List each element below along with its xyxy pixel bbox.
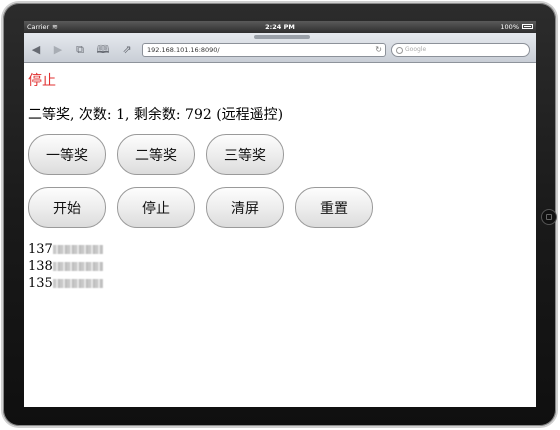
redacted-number: [52, 262, 103, 271]
battery-percent: 100%: [500, 23, 519, 31]
home-button[interactable]: [541, 209, 557, 225]
address-bar[interactable]: 192.168.101.16:8090/ ↻: [142, 43, 386, 57]
screen: Carrier ≋ 2:24 PM 100% ◀ ▶ ⧉ 🕮 ⇗ 192.168…: [24, 21, 536, 407]
list-item: 138: [28, 258, 103, 275]
browser-toolbar: ◀ ▶ ⧉ 🕮 ⇗ 192.168.101.16:8090/ ↻ Google: [24, 33, 536, 63]
search-placeholder: Google: [405, 46, 427, 53]
status-text: 停止: [28, 73, 56, 89]
search-icon: [396, 47, 403, 54]
pages-icon[interactable]: ⧉: [73, 43, 87, 57]
draw-info-line: 二等奖, 次数: 1, 剩余数: 792 (远程遥控): [28, 107, 284, 123]
list-item: 137: [28, 241, 103, 258]
first-prize-button[interactable]: 一等奖: [28, 134, 106, 175]
url-text: 192.168.101.16:8090/: [147, 46, 220, 54]
list-item: 135: [28, 275, 103, 292]
third-prize-button[interactable]: 三等奖: [206, 134, 284, 175]
battery-icon: [522, 24, 533, 29]
clear-screen-button[interactable]: 清屏: [206, 187, 284, 228]
toolbar-grabber: [254, 35, 310, 39]
result-prefix: 135: [28, 276, 53, 291]
forward-arrow-icon[interactable]: ▶: [51, 43, 65, 57]
status-bar: Carrier ≋ 2:24 PM 100%: [24, 21, 536, 33]
result-prefix: 137: [28, 242, 53, 257]
clock: 2:24 PM: [265, 23, 295, 31]
back-arrow-icon[interactable]: ◀: [29, 43, 43, 57]
result-prefix: 138: [28, 259, 53, 274]
reset-button[interactable]: 重置: [295, 187, 373, 228]
stop-button[interactable]: 停止: [117, 187, 195, 228]
share-icon[interactable]: ⇗: [120, 43, 134, 57]
reload-icon[interactable]: ↻: [375, 44, 382, 56]
redacted-number: [52, 245, 103, 254]
redacted-number: [52, 279, 103, 288]
start-button[interactable]: 开始: [28, 187, 106, 228]
page-content: 停止 二等奖, 次数: 1, 剩余数: 792 (远程遥控) 一等奖 二等奖 三…: [24, 63, 536, 407]
results-list: 137 138 135: [28, 241, 103, 292]
search-input[interactable]: Google: [391, 43, 530, 57]
bookmarks-icon[interactable]: 🕮: [96, 43, 110, 57]
second-prize-button[interactable]: 二等奖: [117, 134, 195, 175]
